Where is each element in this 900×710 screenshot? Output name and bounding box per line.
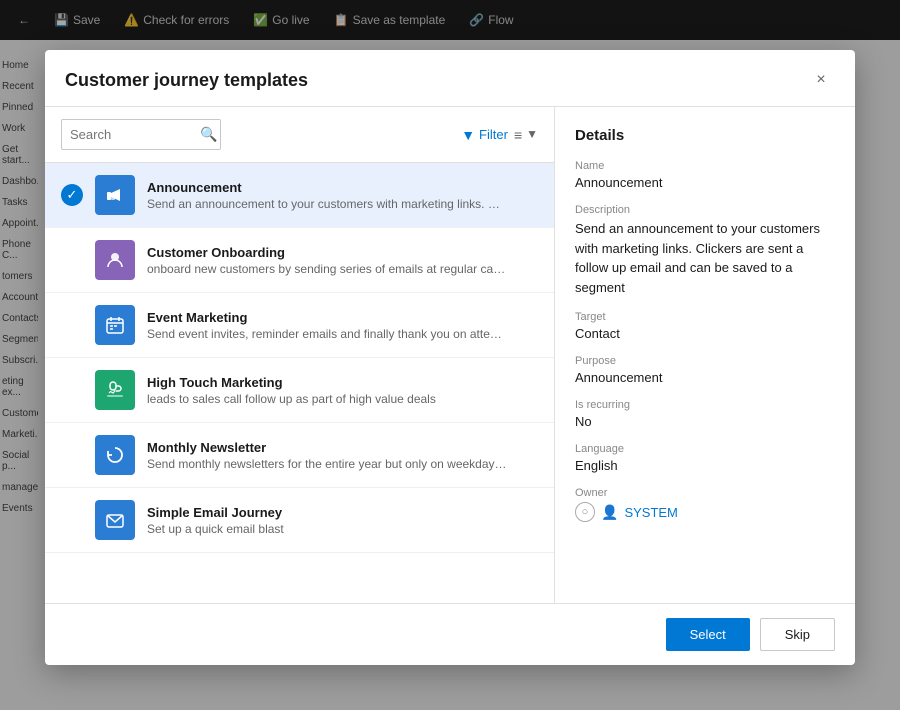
detail-recurring-label: Is recurring bbox=[575, 399, 835, 411]
newsletter-desc: Send monthly newsletters for the entire … bbox=[147, 457, 507, 471]
sort-icons: ≡ ▼ bbox=[514, 127, 538, 143]
modal-title: Customer journey templates bbox=[65, 70, 308, 91]
announcement-name: Announcement bbox=[147, 180, 538, 195]
detail-target-value: Contact bbox=[575, 326, 835, 341]
filter-label: Filter bbox=[479, 127, 508, 142]
template-item-simple-email[interactable]: Simple Email Journey Set up a quick emai… bbox=[45, 488, 554, 553]
detail-target-field: Target Contact bbox=[575, 311, 835, 341]
announcement-info: Announcement Send an announcement to you… bbox=[147, 180, 538, 211]
templates-left-panel: 🔍 ▼ Filter ≡ ▼ ✓ bbox=[45, 107, 555, 603]
owner-row: ○ 👤 SYSTEM bbox=[575, 502, 835, 522]
sort-list-icon[interactable]: ≡ bbox=[514, 127, 522, 143]
onboarding-name: Customer Onboarding bbox=[147, 245, 538, 260]
newsletter-icon bbox=[95, 435, 135, 475]
detail-target-label: Target bbox=[575, 311, 835, 323]
template-item-high-touch[interactable]: High Touch Marketing leads to sales call… bbox=[45, 358, 554, 423]
close-button[interactable]: × bbox=[807, 66, 835, 94]
simple-email-info: Simple Email Journey Set up a quick emai… bbox=[147, 505, 538, 536]
owner-circle-icon: ○ bbox=[575, 502, 595, 522]
event-marketing-icon bbox=[95, 305, 135, 345]
detail-purpose-label: Purpose bbox=[575, 355, 835, 367]
template-item-event-marketing[interactable]: Event Marketing Send event invites, remi… bbox=[45, 293, 554, 358]
detail-language-value: English bbox=[575, 458, 835, 473]
newsletter-name: Monthly Newsletter bbox=[147, 440, 538, 455]
onboarding-desc: onboard new customers by sending series … bbox=[147, 262, 507, 276]
customer-journey-templates-modal: Customer journey templates × 🔍 ▼ Filter … bbox=[45, 50, 855, 665]
owner-name: SYSTEM bbox=[624, 505, 677, 520]
detail-name-value: Announcement bbox=[575, 175, 835, 190]
skip-button[interactable]: Skip bbox=[760, 618, 835, 651]
high-touch-icon bbox=[95, 370, 135, 410]
detail-language-field: Language English bbox=[575, 443, 835, 473]
search-icon[interactable]: 🔍 bbox=[192, 120, 221, 149]
details-title: Details bbox=[575, 127, 835, 144]
modal-body: 🔍 ▼ Filter ≡ ▼ ✓ bbox=[45, 107, 855, 603]
detail-recurring-field: Is recurring No bbox=[575, 399, 835, 429]
search-input[interactable] bbox=[62, 121, 192, 148]
simple-email-desc: Set up a quick email blast bbox=[147, 522, 507, 536]
newsletter-info: Monthly Newsletter Send monthly newslett… bbox=[147, 440, 538, 471]
detail-description-field: Description Send an announcement to your… bbox=[575, 204, 835, 297]
announcement-icon bbox=[95, 175, 135, 215]
onboarding-icon bbox=[95, 240, 135, 280]
template-list: ✓ Announcement Send an announcement to y… bbox=[45, 163, 554, 603]
announcement-desc: Send an announcement to your customers w… bbox=[147, 197, 507, 211]
select-button[interactable]: Select bbox=[666, 618, 750, 651]
detail-recurring-value: No bbox=[575, 414, 835, 429]
detail-description-label: Description bbox=[575, 204, 835, 216]
search-input-wrapper[interactable]: 🔍 bbox=[61, 119, 221, 150]
detail-language-label: Language bbox=[575, 443, 835, 455]
filter-area: ▼ Filter ≡ ▼ bbox=[461, 127, 538, 143]
event-marketing-name: Event Marketing bbox=[147, 310, 538, 325]
detail-name-field: Name Announcement bbox=[575, 160, 835, 190]
simple-email-name: Simple Email Journey bbox=[147, 505, 538, 520]
high-touch-name: High Touch Marketing bbox=[147, 375, 538, 390]
search-filter-bar: 🔍 ▼ Filter ≡ ▼ bbox=[45, 107, 554, 163]
template-item-onboarding[interactable]: Customer Onboarding onboard new customer… bbox=[45, 228, 554, 293]
details-panel: Details Name Announcement Description Se… bbox=[555, 107, 855, 603]
owner-person-icon: 👤 bbox=[601, 504, 618, 521]
simple-email-icon bbox=[95, 500, 135, 540]
sort-chevron-icon[interactable]: ▼ bbox=[526, 127, 538, 143]
detail-purpose-value: Announcement bbox=[575, 370, 835, 385]
detail-owner-field: Owner ○ 👤 SYSTEM bbox=[575, 487, 835, 522]
modal-header: Customer journey templates × bbox=[45, 50, 855, 107]
detail-name-label: Name bbox=[575, 160, 835, 172]
high-touch-desc: leads to sales call follow up as part of… bbox=[147, 392, 507, 406]
filter-icon: ▼ bbox=[461, 127, 475, 143]
event-marketing-info: Event Marketing Send event invites, remi… bbox=[147, 310, 538, 341]
onboarding-info: Customer Onboarding onboard new customer… bbox=[147, 245, 538, 276]
high-touch-info: High Touch Marketing leads to sales call… bbox=[147, 375, 538, 406]
modal-footer: Select Skip bbox=[45, 603, 855, 665]
template-item-announcement[interactable]: ✓ Announcement Send an announcement to y… bbox=[45, 163, 554, 228]
detail-owner-label: Owner bbox=[575, 487, 835, 499]
template-selected-check: ✓ bbox=[61, 184, 83, 206]
filter-button[interactable]: ▼ Filter bbox=[461, 127, 508, 143]
detail-purpose-field: Purpose Announcement bbox=[575, 355, 835, 385]
template-item-newsletter[interactable]: Monthly Newsletter Send monthly newslett… bbox=[45, 423, 554, 488]
event-marketing-desc: Send event invites, reminder emails and … bbox=[147, 327, 507, 341]
detail-description-value: Send an announcement to your customers w… bbox=[575, 219, 835, 297]
